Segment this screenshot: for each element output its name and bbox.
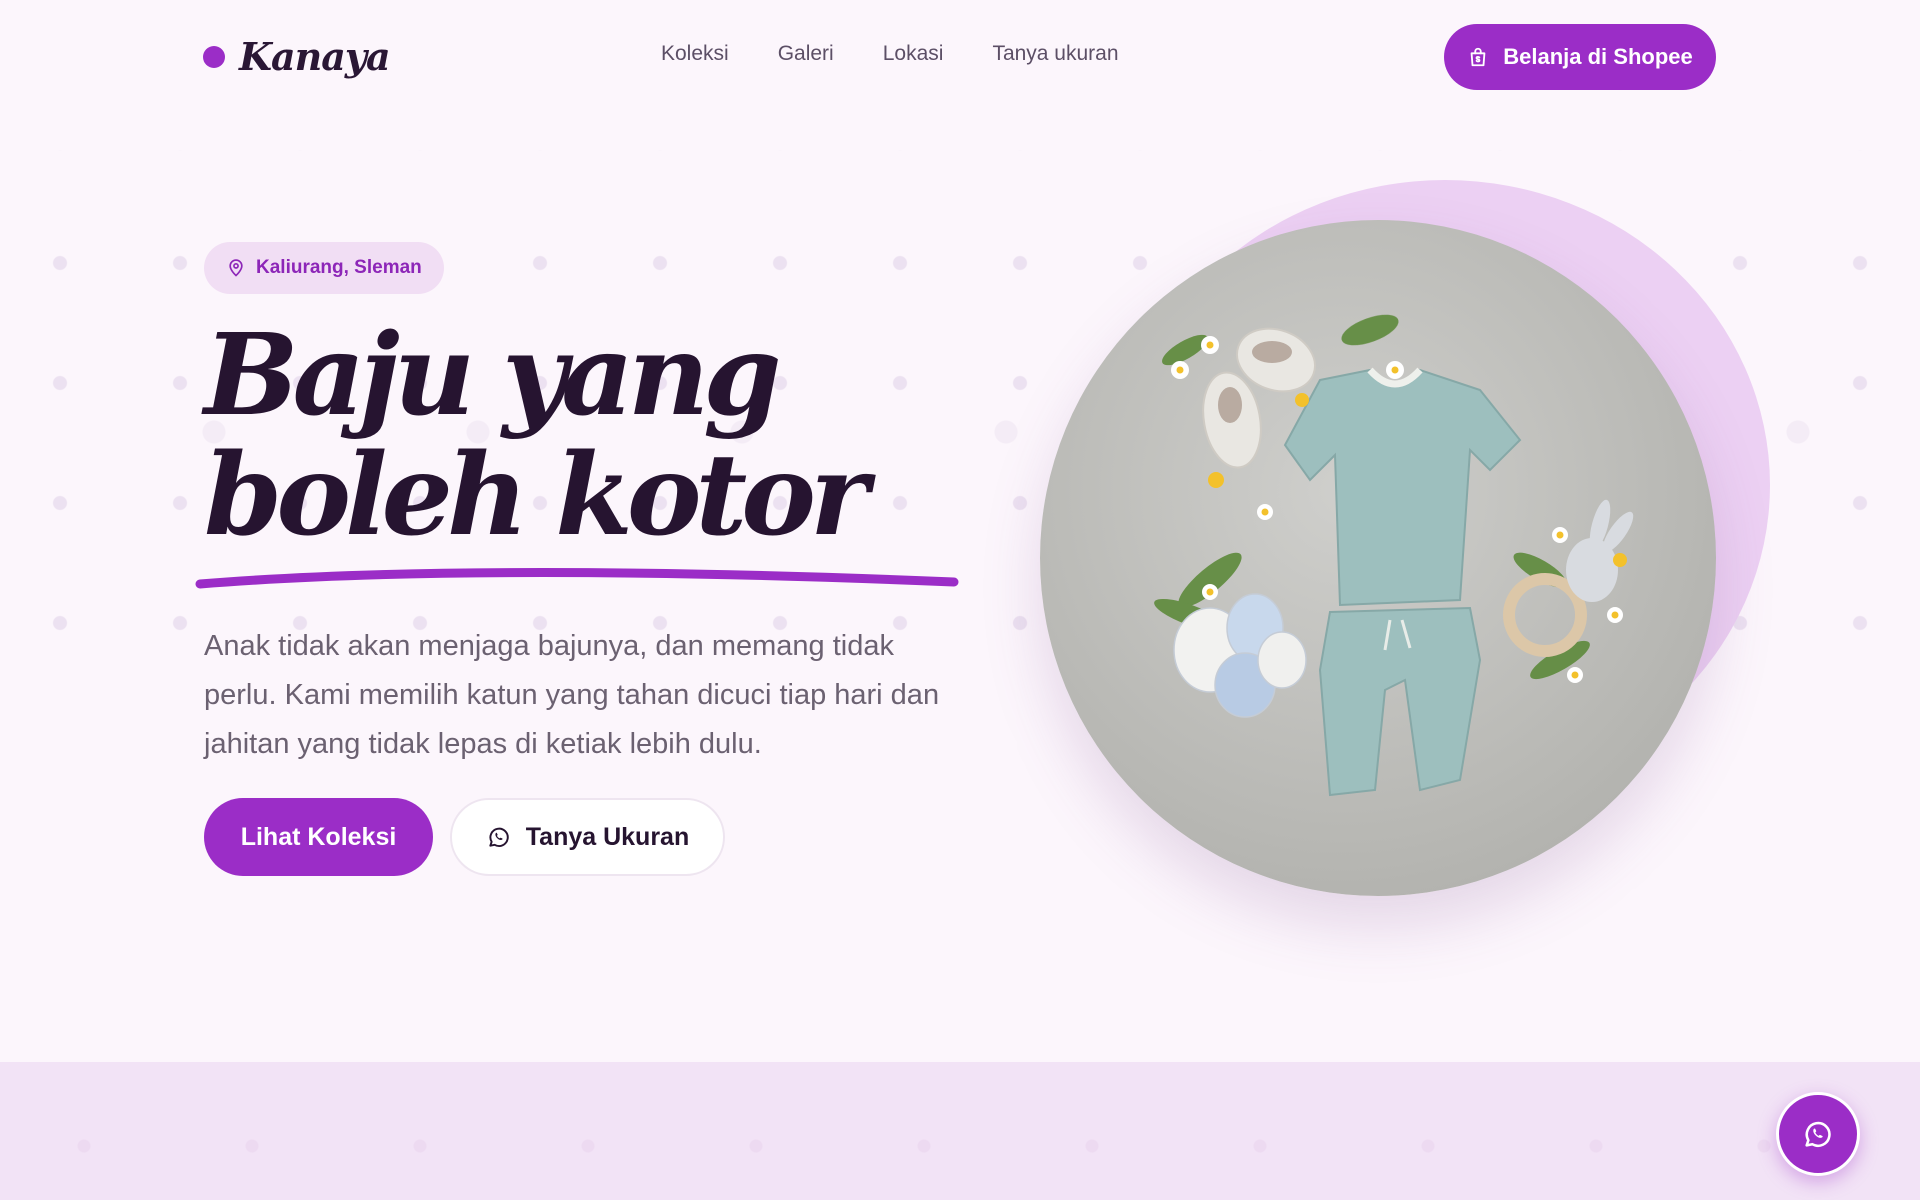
- brand-name: Kanaya: [239, 34, 391, 79]
- location-badge: Kaliurang, Sleman: [204, 242, 444, 294]
- logo-dot-icon: [203, 45, 225, 68]
- headline-underline: [195, 567, 959, 589]
- nav-item-tanya-ukuran[interactable]: Tanya ukuran: [992, 42, 1118, 66]
- ask-size-label: Tanya Ukuran: [525, 822, 690, 851]
- whatsapp-icon: [489, 827, 509, 847]
- nav-item-koleksi[interactable]: Koleksi: [661, 42, 729, 66]
- view-collection-button[interactable]: Lihat Koleksi: [204, 798, 433, 876]
- hero-headline: Baju yang boleh kotor: [204, 316, 964, 556]
- brand-logo[interactable]: Kanaya: [203, 34, 391, 79]
- ask-size-button[interactable]: Tanya Ukuran: [450, 798, 725, 876]
- shopee-button[interactable]: Belanja di Shopee: [1444, 24, 1716, 90]
- hero-description: Anak tidak akan menjaga bajunya, dan mem…: [204, 630, 940, 760]
- location-text: Kaliurang, Sleman: [256, 257, 422, 278]
- baby-outfit-illustration: [1154, 314, 1634, 797]
- headline-line-1: Baju yang: [204, 310, 782, 441]
- map-pin-icon: [229, 259, 243, 277]
- whatsapp-icon: [1805, 1121, 1831, 1148]
- next-section-band: [0, 1062, 1920, 1200]
- main-nav: Koleksi Galeri Lokasi Tanya ukuran: [661, 42, 1119, 66]
- headline-line-2: boleh kotor: [204, 430, 869, 561]
- shopping-bag-icon: [1470, 47, 1486, 67]
- site-header: Kanaya Koleksi Galeri Lokasi Tanya ukura…: [0, 0, 1920, 116]
- floating-whatsapp-button[interactable]: [1776, 1092, 1860, 1176]
- nav-item-lokasi[interactable]: Lokasi: [883, 42, 944, 66]
- band-dots: [0, 1136, 1920, 1156]
- hero-photo-baby-clothes: [1040, 220, 1716, 896]
- shopee-button-label: Belanja di Shopee: [1503, 44, 1693, 69]
- nav-item-galeri[interactable]: Galeri: [778, 42, 834, 66]
